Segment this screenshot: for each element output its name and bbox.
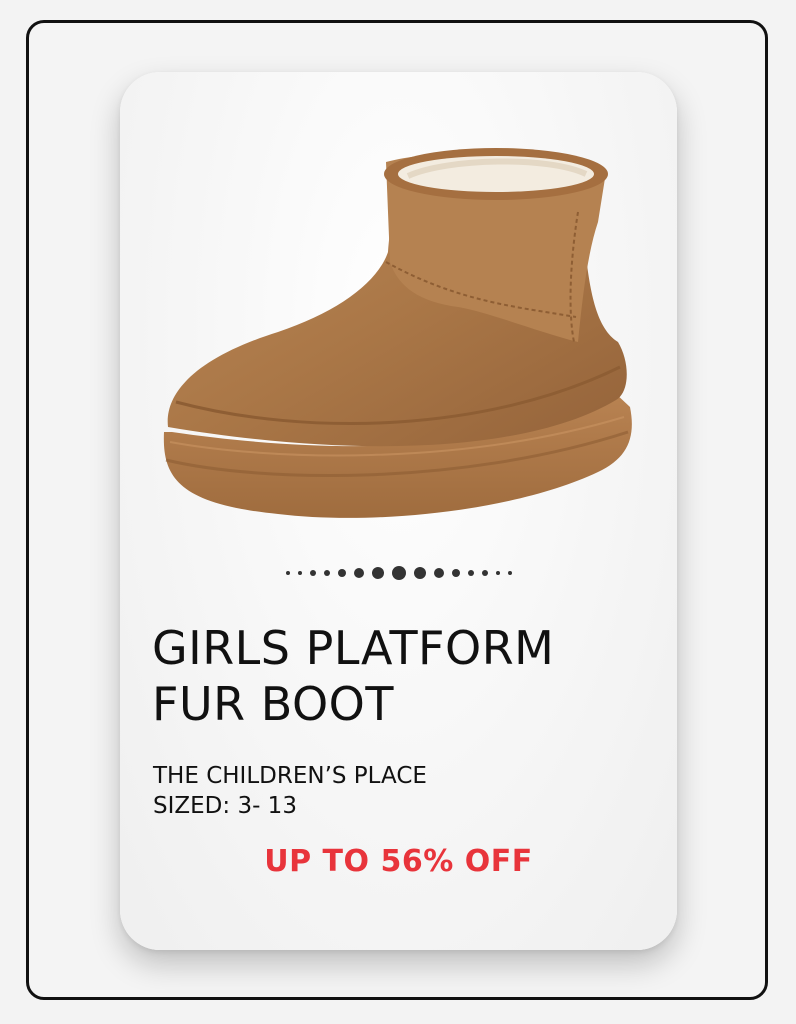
carousel-dot[interactable]: [451, 569, 460, 577]
carousel-dot[interactable]: [353, 568, 364, 578]
carousel-dot[interactable]: [285, 571, 290, 575]
product-title: GIRLS PLATFORM FUR BOOT: [152, 620, 672, 732]
product-card[interactable]: GIRLS PLATFORM FUR BOOT THE CHILDREN’S P…: [120, 72, 677, 950]
carousel-dot[interactable]: [467, 570, 474, 576]
carousel-dots[interactable]: [120, 563, 677, 583]
carousel-dot[interactable]: [337, 569, 346, 577]
boot-product-image: [163, 148, 632, 518]
size-range: SIZED: 3- 13: [153, 793, 297, 819]
carousel-dot[interactable]: [309, 570, 316, 576]
carousel-dot[interactable]: [433, 568, 444, 578]
title-line-2: FUR BOOT: [152, 677, 394, 731]
discount-offer[interactable]: UP TO 56% OFF: [120, 844, 677, 879]
carousel-dot[interactable]: [297, 571, 302, 575]
carousel-dot[interactable]: [495, 571, 500, 575]
carousel-dot[interactable]: [481, 570, 488, 576]
carousel-dot[interactable]: [371, 567, 384, 579]
carousel-dot[interactable]: [507, 571, 512, 575]
carousel-dot-active[interactable]: [391, 566, 406, 580]
carousel-dot[interactable]: [323, 570, 330, 576]
title-line-1: GIRLS PLATFORM: [152, 621, 555, 675]
carousel-dot[interactable]: [413, 567, 426, 579]
brand-name: THE CHILDREN’S PLACE: [153, 763, 427, 789]
